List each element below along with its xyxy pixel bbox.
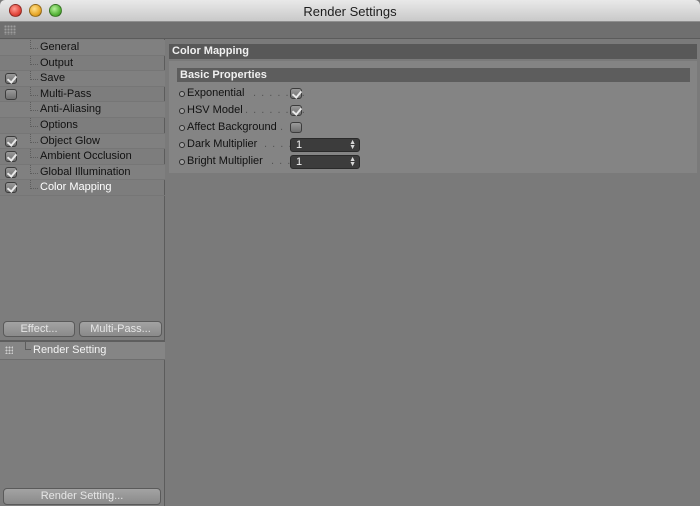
hsv-model-checkbox[interactable] (290, 105, 302, 116)
basic-properties-group: Basic Properties Exponential . . . . . .… (169, 61, 697, 173)
animate-dot-icon[interactable] (179, 159, 185, 165)
group-title: Basic Properties (177, 68, 690, 82)
nav-item-label: Global Illumination (40, 165, 131, 178)
render-setting-item[interactable]: Render Setting (0, 342, 165, 360)
stepper-arrows-icon[interactable]: ▲ ▼ (349, 156, 356, 168)
nav-item-options[interactable]: Options (0, 117, 165, 134)
nav-item-label: General (40, 41, 80, 53)
nav-item-object-glow[interactable]: Object Glow (0, 133, 165, 150)
tree-connector-icon (30, 149, 38, 159)
grip-icon[interactable] (4, 25, 16, 35)
tree-connector-icon (30, 102, 38, 112)
nav-item-output[interactable]: Output (0, 55, 165, 72)
render-setting-button[interactable]: Render Setting... (3, 488, 161, 505)
color-mapping-enable-checkbox[interactable] (5, 182, 17, 194)
animate-dot-icon[interactable] (179, 108, 185, 114)
nav-item-label: Object Glow (40, 134, 100, 147)
bright-multiplier-row: Bright Multiplier . . . 1 ▲ ▼ (179, 154, 479, 170)
nav-item-label: Save (40, 72, 66, 85)
nav-item-multi-pass[interactable]: Multi-Pass (0, 86, 165, 103)
bright-multiplier-label: Bright Multiplier (187, 155, 263, 167)
bright-multiplier-input[interactable]: 1 ▲ ▼ (290, 155, 360, 169)
save-enable-checkbox[interactable] (5, 73, 17, 85)
properties-pane: Color Mapping Basic Properties Exponenti… (166, 39, 700, 506)
affect-background-row: Affect Background . (179, 120, 479, 136)
nav-item-label: Ambient Occlusion (40, 150, 132, 163)
nav-item-global-illumination[interactable]: Global Illumination (0, 164, 165, 181)
title-bar: Render Settings (0, 0, 700, 22)
section-title: Color Mapping (169, 44, 697, 59)
hsv-model-label: HSV Model (187, 104, 243, 116)
multi-pass-enable-checkbox[interactable] (5, 88, 17, 100)
drag-handle-icon[interactable] (5, 346, 13, 354)
global-illumination-enable-checkbox[interactable] (5, 166, 17, 178)
stepper-arrows-icon[interactable]: ▲ ▼ (349, 139, 356, 151)
render-setting-label: Render Setting (33, 344, 107, 356)
nav-item-anti-aliasing[interactable]: Anti-Aliasing (0, 102, 165, 118)
tree-connector-icon (30, 180, 38, 190)
exponential-label: Exponential (187, 87, 245, 99)
nav-item-label: Color Mapping (40, 181, 112, 194)
hsv-model-row: HSV Model . . . . . . . . (179, 103, 479, 119)
label-leader: . . . (271, 155, 292, 167)
tree-connector-icon (30, 71, 38, 81)
nav-item-label: Output (40, 56, 74, 69)
tree-connector-icon (30, 86, 38, 96)
tree-connector-icon (30, 55, 38, 65)
object-glow-enable-checkbox[interactable] (5, 135, 17, 147)
nav-item-save[interactable]: Save (0, 71, 165, 87)
animate-dot-icon[interactable] (179, 125, 185, 131)
animate-dot-icon[interactable] (179, 91, 185, 97)
exponential-row: Exponential . . . . . . . (179, 86, 479, 102)
tree-connector-icon (30, 133, 38, 143)
toolbar (0, 22, 700, 39)
tree-connector-icon (30, 40, 38, 49)
window-title: Render Settings (303, 4, 397, 19)
effect-button[interactable]: Effect... (3, 321, 75, 337)
label-leader: . . . . (264, 138, 293, 150)
affect-background-checkbox[interactable] (290, 122, 302, 133)
affect-background-label: Affect Background (187, 121, 277, 133)
nav-item-general[interactable]: General (0, 40, 165, 56)
label-leader: . (280, 121, 285, 133)
dark-multiplier-label: Dark Multiplier (187, 138, 258, 150)
nav-item-label: Multi-Pass (40, 87, 92, 100)
multi-pass-button[interactable]: Multi-Pass... (79, 321, 162, 337)
nav-item-ambient-occlusion[interactable]: Ambient Occlusion (0, 149, 165, 165)
bright-multiplier-value: 1 (296, 156, 303, 168)
tree-connector-icon (30, 117, 38, 127)
dark-multiplier-row: Dark Multiplier . . . . 1 ▲ ▼ (179, 137, 479, 153)
tree-connector-icon (30, 164, 38, 174)
settings-nav-list: General Output Save Multi-Pass Anti-Alia… (0, 40, 165, 196)
dark-multiplier-value: 1 (296, 139, 303, 151)
nav-item-label: Options (40, 118, 78, 131)
tree-connector-icon (25, 342, 31, 350)
nav-item-color-mapping[interactable]: Color Mapping (0, 180, 165, 196)
nav-item-label: Anti-Aliasing (40, 103, 102, 116)
animate-dot-icon[interactable] (179, 142, 185, 148)
exponential-checkbox[interactable] (290, 88, 302, 99)
ambient-occlusion-enable-checkbox[interactable] (5, 151, 17, 163)
dark-multiplier-input[interactable]: 1 ▲ ▼ (290, 138, 360, 152)
left-pane: General Output Save Multi-Pass Anti-Alia… (0, 39, 165, 506)
